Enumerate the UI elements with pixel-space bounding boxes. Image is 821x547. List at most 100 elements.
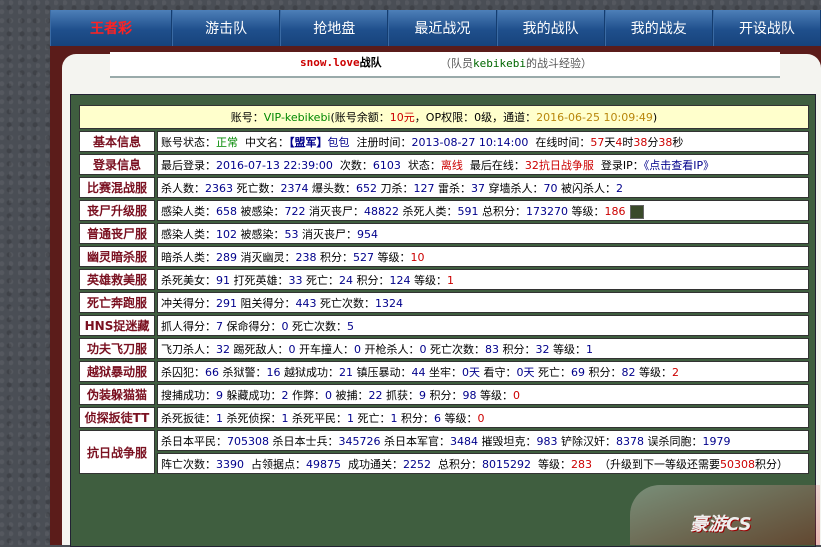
stat-label: 消灭丧尸： bbox=[302, 227, 357, 241]
top-nav: 王者彩 游击队 抢地盘 最近战况 我的战队 我的战友 开设战队 bbox=[50, 10, 821, 48]
stat-label: 穿墙杀人： bbox=[488, 181, 544, 195]
stat-label: 冲关得分： bbox=[161, 296, 216, 310]
row-label: HNS捉迷藏 bbox=[79, 315, 155, 336]
stat-label: 积分： bbox=[502, 342, 536, 356]
stat-value: 0 bbox=[354, 342, 361, 356]
stats-r11: 杀囚犯：66 杀狱警：16 越狱成功：21 镇压暴动：44 坐牢：0天 看守：0… bbox=[157, 361, 809, 382]
stats-r7: 杀死美女：91 打死英雄：33 死亡：24 积分：124 等级：1 bbox=[157, 269, 809, 290]
stat-value: 2 bbox=[616, 181, 623, 195]
rank-badge-icon bbox=[629, 204, 644, 219]
stat-value: 289 bbox=[216, 250, 237, 264]
account-label: 账号： bbox=[230, 111, 264, 124]
stat-value: 32 bbox=[216, 342, 230, 356]
stats-r9: 抓人得分：7 保命得分：0 死亡次数：5 bbox=[157, 315, 809, 336]
stat-label: 开车撞人： bbox=[299, 342, 354, 356]
stats-r14b: 阵亡次数：3390 占领据点：49875 成功通关：2252 总积分：80152… bbox=[157, 453, 809, 474]
stat-label: 死亡： bbox=[538, 365, 571, 379]
channel-value: 2016-06-25 10:09:49 bbox=[536, 111, 653, 124]
stat-value: 24 bbox=[339, 273, 353, 287]
stat-value: 983 bbox=[536, 434, 558, 448]
stats-r10: 飞刀杀人：32 踢死敌人：0 开车撞人：0 开枪杀人：0 死亡次数：83 积分：… bbox=[157, 338, 809, 359]
row-label: 幽灵暗杀服 bbox=[79, 246, 155, 267]
stat-value: 0天 bbox=[462, 365, 480, 379]
stat-label: 感染人类： bbox=[161, 204, 216, 218]
stats-r4: 感染人类：658 被感染：722 消灭丧尸：48822 杀死人类：591 总积分… bbox=[157, 200, 809, 221]
stat-value: 0 bbox=[419, 342, 427, 356]
stat-label: 杀日本士兵： bbox=[272, 434, 339, 448]
nav-item-guerrilla[interactable]: 游击队 bbox=[172, 10, 281, 46]
stat-value: 7 bbox=[216, 319, 223, 333]
stat-value: 173270 bbox=[526, 204, 568, 218]
stats-r13: 杀死扳徒：1 杀死侦探：1 杀死平民：1 死亡：1 积分：6 等级：0 bbox=[157, 407, 809, 428]
stat-value: 48822 bbox=[364, 204, 399, 218]
nav-item-my-comrades[interactable]: 我的战友 bbox=[604, 10, 713, 46]
online-label: 在线时间： bbox=[535, 135, 591, 149]
stat-label: 坐牢： bbox=[429, 365, 462, 379]
stat-value: 2 bbox=[672, 365, 679, 379]
last-login-label: 最后登录： bbox=[161, 158, 216, 172]
upgrade-value: 50308 bbox=[720, 457, 755, 471]
stat-label: 等级： bbox=[639, 365, 672, 379]
stat-label: 杀死美女： bbox=[161, 273, 216, 287]
stat-label: 躲藏成功： bbox=[226, 388, 282, 402]
stat-label: 看守： bbox=[483, 365, 517, 379]
stats-r8: 冲关得分：291 阻关得分：443 死亡次数：1324 bbox=[157, 292, 809, 313]
nav-item-create-squad[interactable]: 开设战队 bbox=[712, 10, 821, 46]
stat-value: 8378 bbox=[616, 434, 644, 448]
op-label: ，OP权限： bbox=[414, 111, 475, 124]
stat-label: 总积分： bbox=[482, 204, 526, 218]
stat-value: 527 bbox=[353, 250, 374, 264]
stat-label: 消灭幽灵： bbox=[240, 250, 296, 264]
stat-value: 3390 bbox=[216, 457, 244, 471]
stat-value: 1 bbox=[281, 411, 289, 425]
row-label: 基本信息 bbox=[79, 131, 155, 152]
stat-value: 44 bbox=[411, 365, 426, 379]
stat-label: 暗杀人类： bbox=[161, 250, 216, 264]
stats-r6: 暗杀人类：289 消灭幽灵：238 积分：527 等级：10 bbox=[157, 246, 809, 267]
squad-suffix: 战队 bbox=[359, 56, 382, 69]
stat-value: 345726 bbox=[338, 434, 381, 448]
stat-value: 37 bbox=[471, 181, 485, 195]
row-label: 侦探扳徒TT bbox=[79, 407, 155, 428]
stats-r12: 搜捕成功：9 躲藏成功：2 作弊：0 被捕：22 抓获：9 积分：98 等级：0 bbox=[157, 384, 809, 405]
view-ip-link[interactable]: 《点击查看IP》 bbox=[644, 159, 714, 172]
ip-label: 登录IP： bbox=[600, 158, 644, 172]
cn-label: 中文名： bbox=[245, 135, 289, 149]
row-label: 普通丧尸服 bbox=[79, 223, 155, 244]
nav-item-territory[interactable]: 抢地盘 bbox=[280, 10, 389, 46]
channel-label: ，通道： bbox=[492, 111, 537, 124]
account-id: VIP-kebikebi bbox=[263, 111, 331, 124]
nav-item-my-squad[interactable]: 我的战队 bbox=[496, 10, 605, 46]
stat-label: 积分： bbox=[356, 273, 390, 287]
stat-value: 652 bbox=[356, 181, 377, 195]
last-online-label: 最后在线： bbox=[469, 158, 525, 172]
stat-label: 成功通关： bbox=[348, 457, 403, 471]
stat-value: 1979 bbox=[702, 434, 731, 448]
stat-label: 误杀同胞： bbox=[647, 434, 703, 448]
account-end: ) bbox=[652, 111, 658, 124]
stat-value: 8015292 bbox=[482, 457, 531, 471]
stat-label: 被感染： bbox=[240, 227, 285, 241]
stat-value: 1 bbox=[586, 342, 593, 356]
stat-value: 6 bbox=[434, 411, 441, 425]
nav-item-home[interactable]: 王者彩 bbox=[50, 10, 172, 46]
status-label: 账号状态： bbox=[161, 135, 216, 149]
stat-label: 开枪杀人： bbox=[364, 342, 420, 356]
stat-value: 66 bbox=[205, 365, 219, 379]
stat-value: 291 bbox=[216, 296, 237, 310]
stat-label: 杀死侦探： bbox=[226, 411, 282, 425]
stat-label: 被感染： bbox=[240, 204, 285, 218]
stat-label: 杀死人类： bbox=[402, 204, 458, 218]
stats-r5: 感染人类：102 被感染：53 消灭丧尸：954 bbox=[157, 223, 809, 244]
stat-label: 镇压暴动： bbox=[356, 365, 412, 379]
stat-label: 飞刀杀人： bbox=[161, 342, 216, 356]
nav-item-recent-battles[interactable]: 最近战况 bbox=[388, 10, 497, 46]
stat-label: 占领据点： bbox=[251, 457, 306, 471]
stat-label: 死亡： bbox=[357, 411, 391, 425]
stat-value: 10 bbox=[410, 250, 425, 264]
stat-label: 等级： bbox=[414, 273, 447, 287]
stat-value: 0 bbox=[281, 319, 289, 333]
online-days: 57 bbox=[590, 135, 605, 149]
stat-label: 等级： bbox=[538, 457, 571, 471]
stat-label: 保命得分： bbox=[226, 319, 282, 333]
